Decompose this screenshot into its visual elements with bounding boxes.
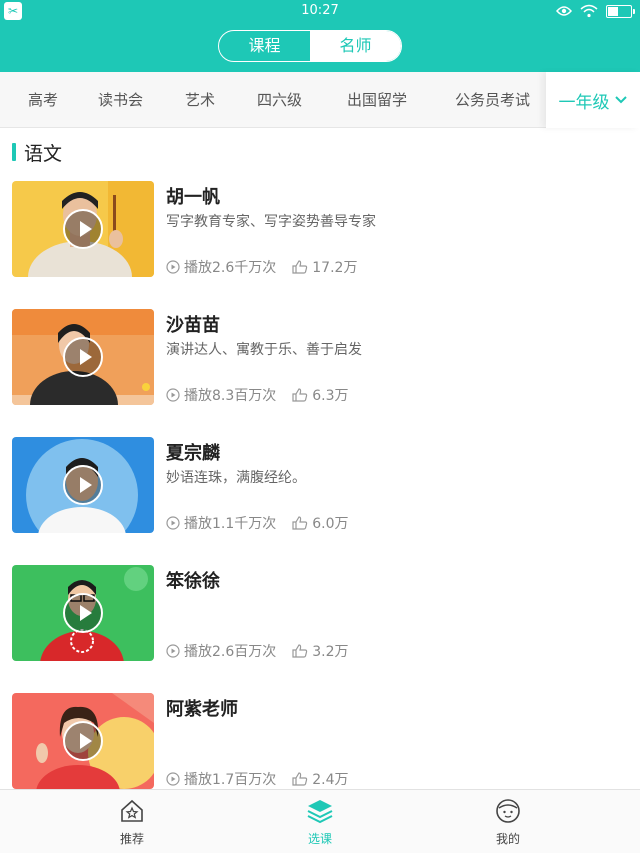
grade-selector[interactable]: 一年级	[546, 72, 640, 128]
grade-label: 一年级	[558, 92, 610, 113]
eye-icon	[556, 6, 572, 16]
wifi-icon	[580, 4, 598, 18]
play-count: 播放2.6百万次	[166, 641, 276, 661]
tab-switch: 课程 名师	[218, 30, 402, 62]
bottom-tab-bar: 推荐 选课 我的	[0, 789, 640, 853]
category-civil-service[interactable]: 公务员考试	[455, 72, 530, 128]
teacher-name: 沙苗苗	[166, 315, 220, 336]
section-accent-bar	[12, 143, 16, 161]
play-icon[interactable]	[63, 465, 103, 505]
play-icon[interactable]	[63, 209, 103, 249]
play-count-icon	[166, 260, 180, 274]
like-count-text: 2.4万	[312, 772, 349, 788]
teacher-row[interactable]: 阿紫老师 播放1.7百万次 2.4万	[0, 689, 640, 789]
section-header: 语文	[12, 141, 63, 165]
teacher-stats: 播放8.3百万次 6.3万	[166, 385, 349, 405]
category-cet[interactable]: 四六级	[257, 72, 302, 128]
teacher-stats: 播放1.1千万次 6.0万	[166, 513, 349, 533]
thumbs-up-icon	[292, 388, 308, 402]
teacher-row[interactable]: 笨徐徐 播放2.6百万次 3.2万	[0, 561, 640, 661]
category-bar: 高考 读书会 艺术 四六级 出国留学 公务员考试 一年级	[0, 72, 640, 128]
play-count-text: 播放2.6百万次	[184, 644, 277, 660]
category-art[interactable]: 艺术	[185, 72, 215, 128]
face-icon	[496, 799, 520, 823]
play-count-icon	[166, 516, 180, 530]
like-count[interactable]: 6.3万	[292, 385, 349, 405]
tab-mine-label: 我的	[495, 832, 520, 846]
like-count-text: 3.2万	[312, 644, 349, 660]
play-count-text: 播放1.1千万次	[184, 516, 277, 532]
like-count[interactable]: 2.4万	[292, 769, 349, 789]
teacher-description: 妙语连珠，满腹经纶。	[166, 470, 306, 486]
header-bar: ✂ 10:27 课程 名师	[0, 0, 640, 72]
teacher-name: 笨徐徐	[166, 571, 220, 592]
like-count[interactable]: 6.0万	[292, 513, 349, 533]
category-study-abroad[interactable]: 出国留学	[347, 72, 407, 128]
teacher-thumbnail[interactable]	[12, 565, 154, 661]
teacher-row[interactable]: 胡一帆 写字教育专家、写字姿势善导专家 播放2.6千万次 17.2万	[0, 177, 640, 277]
teacher-description: 写字教育专家、写字姿势善导专家	[166, 214, 376, 230]
teacher-row[interactable]: 夏宗麟 妙语连珠，满腹经纶。 播放1.1千万次 6.0万	[0, 433, 640, 533]
play-count-text: 播放8.3百万次	[184, 388, 277, 404]
play-count-text: 播放2.6千万次	[184, 260, 277, 276]
teacher-stats: 播放2.6千万次 17.2万	[166, 257, 357, 277]
status-icons	[556, 4, 635, 18]
play-count: 播放1.1千万次	[166, 513, 276, 533]
tab-teachers[interactable]: 名师	[310, 31, 401, 61]
teacher-thumbnail[interactable]	[12, 181, 154, 277]
home-star-icon	[121, 799, 143, 822]
play-count-icon	[166, 772, 180, 786]
teacher-name: 夏宗麟	[166, 443, 220, 464]
like-count-text: 6.0万	[312, 516, 349, 532]
play-icon[interactable]	[63, 337, 103, 377]
play-icon[interactable]	[63, 721, 103, 761]
teacher-stats: 播放2.6百万次 3.2万	[166, 641, 349, 661]
play-count: 播放8.3百万次	[166, 385, 276, 405]
thumbs-up-icon	[292, 772, 308, 786]
status-bar: ✂ 10:27	[0, 0, 640, 22]
teacher-thumbnail[interactable]	[12, 693, 154, 789]
teacher-description: 演讲达人、寓教于乐、善于启发	[166, 342, 362, 358]
status-time: 10:27	[301, 3, 339, 18]
thumbs-up-icon	[292, 644, 308, 658]
play-count-icon	[166, 644, 180, 658]
section-title: 语文	[24, 142, 63, 165]
teacher-thumbnail[interactable]	[12, 309, 154, 405]
play-icon[interactable]	[63, 593, 103, 633]
play-count: 播放1.7百万次	[166, 769, 276, 789]
play-count: 播放2.6千万次	[166, 257, 276, 277]
tab-mine[interactable]: 我的	[468, 798, 548, 847]
tab-recommend[interactable]: 推荐	[92, 798, 172, 847]
teacher-thumbnail[interactable]	[12, 437, 154, 533]
tab-select-course[interactable]: 选课	[280, 798, 360, 847]
teacher-stats: 播放1.7百万次 2.4万	[166, 769, 349, 789]
tab-courses[interactable]: 课程	[219, 31, 310, 61]
like-count[interactable]: 17.2万	[292, 257, 357, 277]
category-book-club[interactable]: 读书会	[98, 72, 143, 128]
layers-icon	[307, 800, 333, 824]
like-count-text: 6.3万	[312, 388, 349, 404]
chevron-down-icon	[614, 96, 627, 104]
teacher-name: 胡一帆	[166, 187, 220, 208]
like-count-text: 17.2万	[312, 260, 358, 276]
tab-recommend-label: 推荐	[119, 832, 144, 846]
tab-select-course-label: 选课	[307, 832, 332, 846]
teacher-name: 阿紫老师	[166, 699, 238, 720]
battery-icon	[606, 4, 635, 18]
teacher-row[interactable]: 沙苗苗 演讲达人、寓教于乐、善于启发 播放8.3百万次 6.3万	[0, 305, 640, 405]
play-count-text: 播放1.7百万次	[184, 772, 277, 788]
thumbs-up-icon	[292, 516, 308, 530]
like-count[interactable]: 3.2万	[292, 641, 349, 661]
thumbs-up-icon	[292, 260, 308, 274]
category-gaokao[interactable]: 高考	[28, 72, 58, 128]
play-count-icon	[166, 388, 180, 402]
